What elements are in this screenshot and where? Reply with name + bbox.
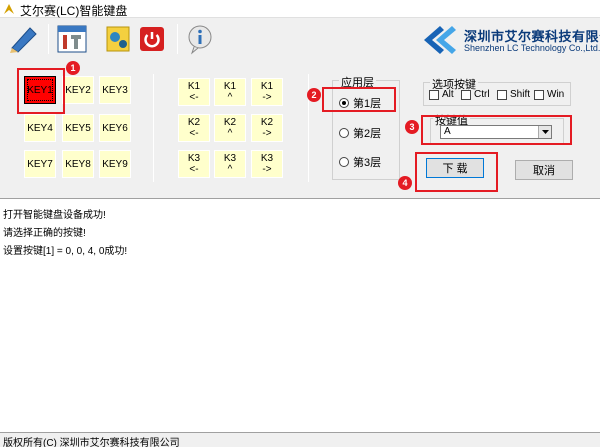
knob-action: -> xyxy=(262,92,272,103)
key-8[interactable]: KEY8 xyxy=(62,150,94,178)
layer-3-label: 第3层 xyxy=(353,157,382,169)
key-3[interactable]: KEY3 xyxy=(99,76,131,104)
knob-1-right[interactable]: K1 -> xyxy=(251,78,283,106)
knob-1-press[interactable]: K1 ^ xyxy=(214,78,246,106)
checkbox-box xyxy=(429,89,439,100)
panel-separator xyxy=(153,74,154,182)
toolbar-separator xyxy=(177,24,178,54)
download-button[interactable]: 下 载 xyxy=(426,158,484,178)
status-bar: 版权所有(C) 深圳市艾尔赛科技有限公司 xyxy=(0,433,600,447)
radio-dot xyxy=(339,128,349,138)
tools-icon xyxy=(57,25,87,53)
log-line: 打开智能键盘设备成功! xyxy=(3,210,106,221)
knob-action: -> xyxy=(262,128,272,139)
knob-label: K1 xyxy=(187,81,201,92)
annotation-badge-1: 1 xyxy=(66,61,80,75)
knob-label: K1 xyxy=(260,81,274,92)
title-bar: 艾尔赛(LC)智能键盘 xyxy=(0,0,600,18)
knob-label: K3 xyxy=(260,153,274,164)
knob-action: ^ xyxy=(227,128,233,139)
knob-action: -> xyxy=(262,164,272,175)
logo-english: Shenzhen LC Technology Co.,Ltd. xyxy=(464,43,600,53)
chevron-down-icon[interactable] xyxy=(538,126,551,138)
annotation-badge-3: 3 xyxy=(405,120,419,134)
toolbar-separator xyxy=(48,24,49,54)
knob-3-right[interactable]: K3 -> xyxy=(251,150,283,178)
checkbox-box xyxy=(461,89,471,100)
radio-dot xyxy=(339,157,349,167)
ctrl-checkbox[interactable]: Ctrl xyxy=(461,89,490,100)
key-4[interactable]: KEY4 xyxy=(24,114,56,142)
checkbox-box xyxy=(534,89,544,100)
layer-group-title: 应用层 xyxy=(339,74,376,90)
knob-label: K3 xyxy=(187,153,201,164)
knob-2-left[interactable]: K2 <- xyxy=(178,114,210,142)
info-icon xyxy=(188,25,212,55)
pencil-icon xyxy=(10,27,37,53)
cancel-button[interactable]: 取消 xyxy=(515,160,573,180)
gears-icon xyxy=(106,26,130,52)
keyvalue-select[interactable]: A xyxy=(440,125,552,139)
key-6[interactable]: KEY6 xyxy=(99,114,131,142)
log-line: 请选择正确的按键! xyxy=(3,228,86,239)
knob-action: ^ xyxy=(227,164,233,175)
knob-label: K3 xyxy=(223,153,237,164)
win-label: Win xyxy=(547,89,565,100)
key-7[interactable]: KEY7 xyxy=(24,150,56,178)
key-2[interactable]: KEY2 xyxy=(62,76,94,104)
annotation-badge-4: 4 xyxy=(398,176,412,190)
knob-2-right[interactable]: K2 -> xyxy=(251,114,283,142)
log-output[interactable]: 打开智能键盘设备成功! 请选择正确的按键! 设置按键[1] = 0, 0, 4,… xyxy=(0,198,600,433)
knob-label: K1 xyxy=(223,81,237,92)
layer-1-radio[interactable]: 第1层 xyxy=(339,95,381,111)
knob-action: <- xyxy=(189,128,199,139)
layer-2-radio[interactable]: 第2层 xyxy=(339,125,381,141)
alt-label: Alt xyxy=(442,89,454,100)
settings-button[interactable] xyxy=(52,21,92,57)
layer-1-label: 第1层 xyxy=(353,98,382,110)
knob-action: ^ xyxy=(227,92,233,103)
keyvalue-selected: A xyxy=(444,126,451,137)
shift-label: Shift xyxy=(510,89,531,100)
knob-label: K2 xyxy=(187,117,201,128)
shift-checkbox[interactable]: Shift xyxy=(497,89,530,100)
layer-3-radio[interactable]: 第3层 xyxy=(339,154,381,170)
app-icon xyxy=(4,4,14,14)
knob-label: K2 xyxy=(260,117,274,128)
knob-action: <- xyxy=(189,164,199,175)
company-logo: 深圳市艾尔赛科技有限公司 Shenzhen LC Technology Co.,… xyxy=(418,22,600,58)
key-9[interactable]: KEY9 xyxy=(99,150,131,178)
log-line: 设置按键[1] = 0, 0, 4, 0成功! xyxy=(3,246,128,257)
status-text: 版权所有(C) 深圳市艾尔赛科技有限公司 xyxy=(3,438,180,447)
power-icon xyxy=(140,27,164,51)
alt-checkbox[interactable]: Alt xyxy=(429,89,454,100)
annotation-badge-2: 2 xyxy=(307,88,321,102)
checkbox-box xyxy=(497,89,507,100)
knob-2-press[interactable]: K2 ^ xyxy=(214,114,246,142)
layer-2-label: 第2层 xyxy=(353,128,382,140)
knob-1-left[interactable]: K1 <- xyxy=(178,78,210,106)
ctrl-label: Ctrl xyxy=(474,89,490,100)
about-button[interactable] xyxy=(180,21,220,57)
logo-icon xyxy=(424,26,456,54)
radio-dot xyxy=(339,98,349,108)
window-title: 艾尔赛(LC)智能键盘 xyxy=(20,4,128,18)
key-5[interactable]: KEY5 xyxy=(62,114,94,142)
knob-3-left[interactable]: K3 <- xyxy=(178,150,210,178)
pencil-button[interactable] xyxy=(4,21,44,57)
power-button[interactable] xyxy=(132,21,172,57)
key-1[interactable]: KEY1 xyxy=(24,76,56,104)
knob-3-press[interactable]: K3 ^ xyxy=(214,150,246,178)
win-checkbox[interactable]: Win xyxy=(534,89,564,100)
knob-label: K2 xyxy=(223,117,237,128)
knob-action: <- xyxy=(189,92,199,103)
